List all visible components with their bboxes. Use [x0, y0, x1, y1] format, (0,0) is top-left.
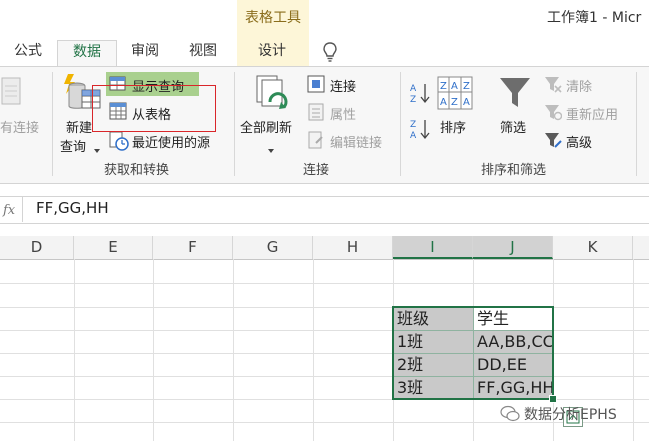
recent-sources-icon[interactable]	[109, 131, 129, 151]
insert-function-icon[interactable]: fx	[0, 196, 23, 222]
connections-icon[interactable]	[307, 75, 325, 93]
column-header-h[interactable]: H	[313, 236, 393, 259]
refresh-all-icon[interactable]	[253, 74, 293, 114]
fill-handle[interactable]	[549, 395, 557, 403]
group-label-sort-filter: 排序和筛选	[481, 163, 547, 178]
watermark-text: 数据分析EPHS	[524, 407, 617, 423]
column-header-g[interactable]: G	[233, 236, 313, 259]
context-tab-group-title: 表格工具	[245, 10, 301, 26]
group-separator	[52, 72, 53, 176]
svg-text:A: A	[463, 97, 470, 108]
svg-text:Z: Z	[440, 81, 447, 92]
sort-label[interactable]: 排序	[440, 117, 466, 136]
wechat-logo-icon	[500, 405, 520, 423]
tell-me-lightbulb-icon[interactable]	[322, 41, 338, 63]
column-header-j[interactable]: J	[473, 236, 553, 259]
sort-descending-icon[interactable]: ZA	[409, 118, 431, 141]
existing-connections-icon[interactable]	[0, 76, 22, 108]
tab-formulas[interactable]: 公式	[5, 40, 51, 67]
edit-links-icon[interactable]	[307, 131, 325, 149]
column-header-i[interactable]: I	[393, 236, 473, 259]
new-query-label-line2[interactable]: 查询	[60, 136, 86, 155]
group-separator	[400, 72, 401, 176]
svg-text:A: A	[410, 84, 417, 94]
svg-text:A: A	[410, 131, 417, 140]
column-header-k[interactable]: K	[553, 236, 633, 259]
properties-label[interactable]: 属性	[330, 104, 356, 123]
recent-sources-label[interactable]: 最近使用的源	[132, 132, 210, 151]
chevron-down-icon[interactable]	[267, 140, 275, 153]
grid-line	[153, 259, 154, 441]
filter-label[interactable]: 筛选	[500, 117, 526, 136]
group-separator	[234, 72, 235, 176]
sort-dialog-icon[interactable]: ZAZAZA	[437, 76, 473, 110]
annotation-highlight-box	[92, 85, 216, 132]
filter-funnel-icon[interactable]	[499, 76, 531, 110]
sort-ascending-icon[interactable]: AZ	[409, 82, 431, 105]
svg-text:fx: fx	[2, 203, 16, 218]
new-query-label-line1[interactable]: 新建	[66, 117, 92, 136]
tab-view[interactable]: 视图	[180, 40, 226, 67]
group-label-get-transform: 获取和转换	[104, 163, 170, 178]
tab-review[interactable]: 审阅	[122, 40, 168, 67]
existing-connections-label[interactable]: 有连接	[0, 117, 39, 136]
svg-text:A: A	[451, 81, 458, 92]
group-separator	[636, 72, 637, 176]
grid-line	[0, 283, 649, 284]
svg-text:Z: Z	[410, 120, 416, 130]
grid-line	[633, 259, 634, 441]
clear-filter-icon[interactable]	[544, 75, 562, 93]
tab-design[interactable]: 设计	[248, 40, 296, 67]
connections-label[interactable]: 连接	[330, 76, 356, 95]
properties-icon[interactable]	[307, 103, 325, 121]
refresh-all-label[interactable]: 全部刷新	[240, 117, 292, 136]
reapply-label[interactable]: 重新应用	[566, 104, 618, 123]
advanced-filter-icon[interactable]	[544, 131, 562, 149]
clear-label[interactable]: 清除	[566, 76, 592, 95]
chevron-down-icon[interactable]	[93, 140, 101, 153]
formula-bar-value[interactable]: FF,GG,HH	[36, 199, 109, 217]
tab-data[interactable]: 数据	[57, 40, 117, 68]
column-header-e[interactable]: E	[74, 236, 153, 259]
svg-text:Z: Z	[410, 95, 416, 104]
svg-text:Z: Z	[463, 81, 470, 92]
selection-border	[392, 306, 554, 400]
reapply-icon[interactable]	[544, 103, 563, 121]
column-header-d[interactable]: D	[0, 236, 74, 259]
grid-line	[313, 259, 314, 441]
column-header-f[interactable]: F	[153, 236, 233, 259]
svg-text:A: A	[440, 97, 447, 108]
document-title: 工作簿1 - Micr	[547, 10, 642, 26]
group-label-connections: 连接	[303, 163, 330, 178]
edit-links-label[interactable]: 编辑链接	[330, 132, 382, 151]
advanced-label[interactable]: 高级	[566, 132, 592, 151]
grid-line	[74, 259, 75, 441]
svg-text:Z: Z	[451, 97, 458, 108]
grid-line	[233, 259, 234, 441]
